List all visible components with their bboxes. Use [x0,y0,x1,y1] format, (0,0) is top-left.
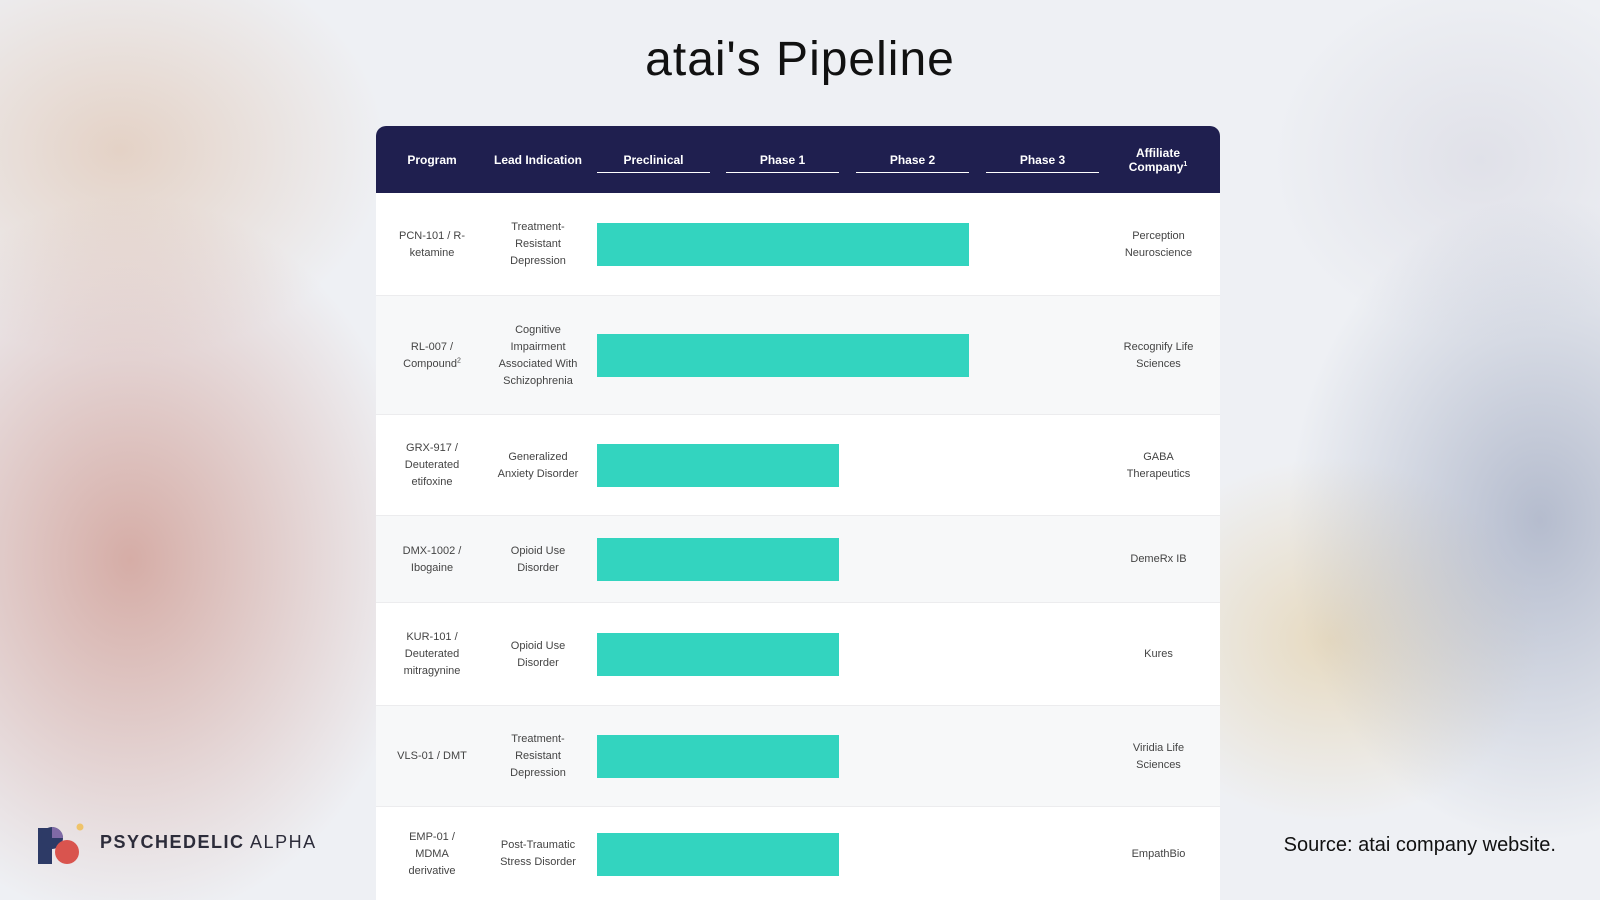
header-preclinical: Preclinical [597,126,710,193]
program-cell: DMX-1002 / Ibogaine [380,516,484,603]
lead-indication: Treatment-Resistant Depression [510,733,566,779]
affiliate-company: Recognify Life Sciences [1123,340,1194,370]
program-name: PCN-101 / R-ketamine [398,229,466,259]
header-affiliate-company: Affiliate Company1 [1096,126,1220,193]
progress-bar [597,735,839,778]
psychedelic-alpha-logo-icon [38,823,84,864]
affiliate-company: GABA Therapeutics [1126,450,1191,480]
program-cell: VLS-01 / DMT [380,706,484,807]
table-row: EMP-01 / MDMA derivative Post-Traumatic S… [376,807,1220,900]
affiliate-company: DemeRx IB [1130,553,1187,565]
lead-indication: Post-Traumatic Stress Disorder [500,839,576,868]
lead-indication-cell: Treatment-Resistant Depression [488,193,588,296]
program-name: RL-007 / Compound2 [403,340,461,370]
brand-part1: PSYCHEDELIC [100,832,245,852]
progress-bar [597,538,839,581]
pipeline-table: Program Lead Indication Preclinical Phas… [376,126,1220,900]
header-phase-1: Phase 1 [726,126,839,193]
affiliate-cell: Perception Neuroscience [1101,193,1216,296]
program-name: VLS-01 / DMT [397,750,467,762]
program-name: EMP-01 / MDMA derivative [408,830,456,877]
lead-indication: Opioid Use Disorder [510,544,566,574]
progress-bar [597,223,969,266]
table-row: DMX-1002 / Ibogaine Opioid Use Disorder De… [376,516,1220,603]
progress-bar [597,633,839,676]
affiliate-company: EmpathBio [1131,847,1186,860]
affiliate-cell: GABA Therapeutics [1101,415,1216,516]
lead-indication: Generalized Anxiety Disorder [497,450,579,480]
lead-indication-cell: Opioid Use Disorder [488,603,588,706]
program-cell: GRX-917 / Deuterated etifoxine [380,415,484,516]
affiliate-cell: Viridia Life Sciences [1101,706,1216,807]
lead-indication-cell: Cognitive Impairment Associated With Sch… [488,296,588,415]
affiliate-company: Perception Neuroscience [1124,229,1193,259]
progress-bar [597,444,839,487]
lead-indication-cell: Opioid Use Disorder [488,516,588,603]
lead-indication-cell: Treatment-Resistant Depression [488,706,588,807]
lead-indication-cell: Post-Traumatic Stress Disorder [488,807,588,900]
program-cell: KUR-101 / Deuterated mitragynine [380,603,484,706]
table-header: Program Lead Indication Preclinical Phas… [376,126,1220,193]
source-note: Source: atai company website. [1283,834,1556,856]
affiliate-cell: Kures [1101,603,1216,706]
header-phase-2: Phase 2 [856,126,969,193]
brand-part2: ALPHA [250,832,317,852]
brand-name: PSYCHEDELIC ALPHA [100,832,317,853]
program-name: KUR-101 / Deuterated mitragynine [403,631,461,677]
program-name: DMX-1002 / Ibogaine [402,544,462,574]
affiliate-cell: Recognify Life Sciences [1101,296,1216,415]
affiliate-cell: DemeRx IB [1101,516,1216,603]
progress-bar [597,833,839,876]
lead-indication: Treatment-Resistant Depression [510,221,566,267]
affiliate-company: Kures [1144,648,1173,660]
header-lead-indication: Lead Indication [493,152,582,167]
lead-indication: Cognitive Impairment Associated With Sch… [498,323,578,387]
header-affiliate-footnote: 1 [1183,160,1188,168]
header-program: Program [407,152,457,167]
program-name: GRX-917 / Deuterated etifoxine [404,442,460,488]
table-row: PCN-101 / R-ketamine Treatment-Resistant … [376,193,1220,296]
program-cell: EMP-01 / MDMA derivative [380,807,484,900]
lead-indication: Opioid Use Disorder [510,639,566,669]
program-footnote: 2 [456,356,461,364]
table-row: KUR-101 / Deuterated mitragynine Opioid U… [376,603,1220,706]
affiliate-company: Viridia Life Sciences [1132,741,1185,771]
progress-bar [597,334,969,377]
table-row: VLS-01 / DMT Treatment-Resistant Depressi… [376,706,1220,807]
program-cell: PCN-101 / R-ketamine [380,193,484,296]
lead-indication-cell: Generalized Anxiety Disorder [488,415,588,516]
affiliate-cell: EmpathBio [1101,807,1216,900]
table-row: RL-007 / Compound2 Cognitive Impairment A… [376,296,1220,415]
program-cell: RL-007 / Compound2 [380,296,484,415]
header-affiliate-label: Affiliate Company [1128,145,1184,174]
table-row: GRX-917 / Deuterated etifoxine Generalize… [376,415,1220,516]
page-title: atai's Pipeline [645,33,955,86]
header-phase-3: Phase 3 [986,126,1099,193]
